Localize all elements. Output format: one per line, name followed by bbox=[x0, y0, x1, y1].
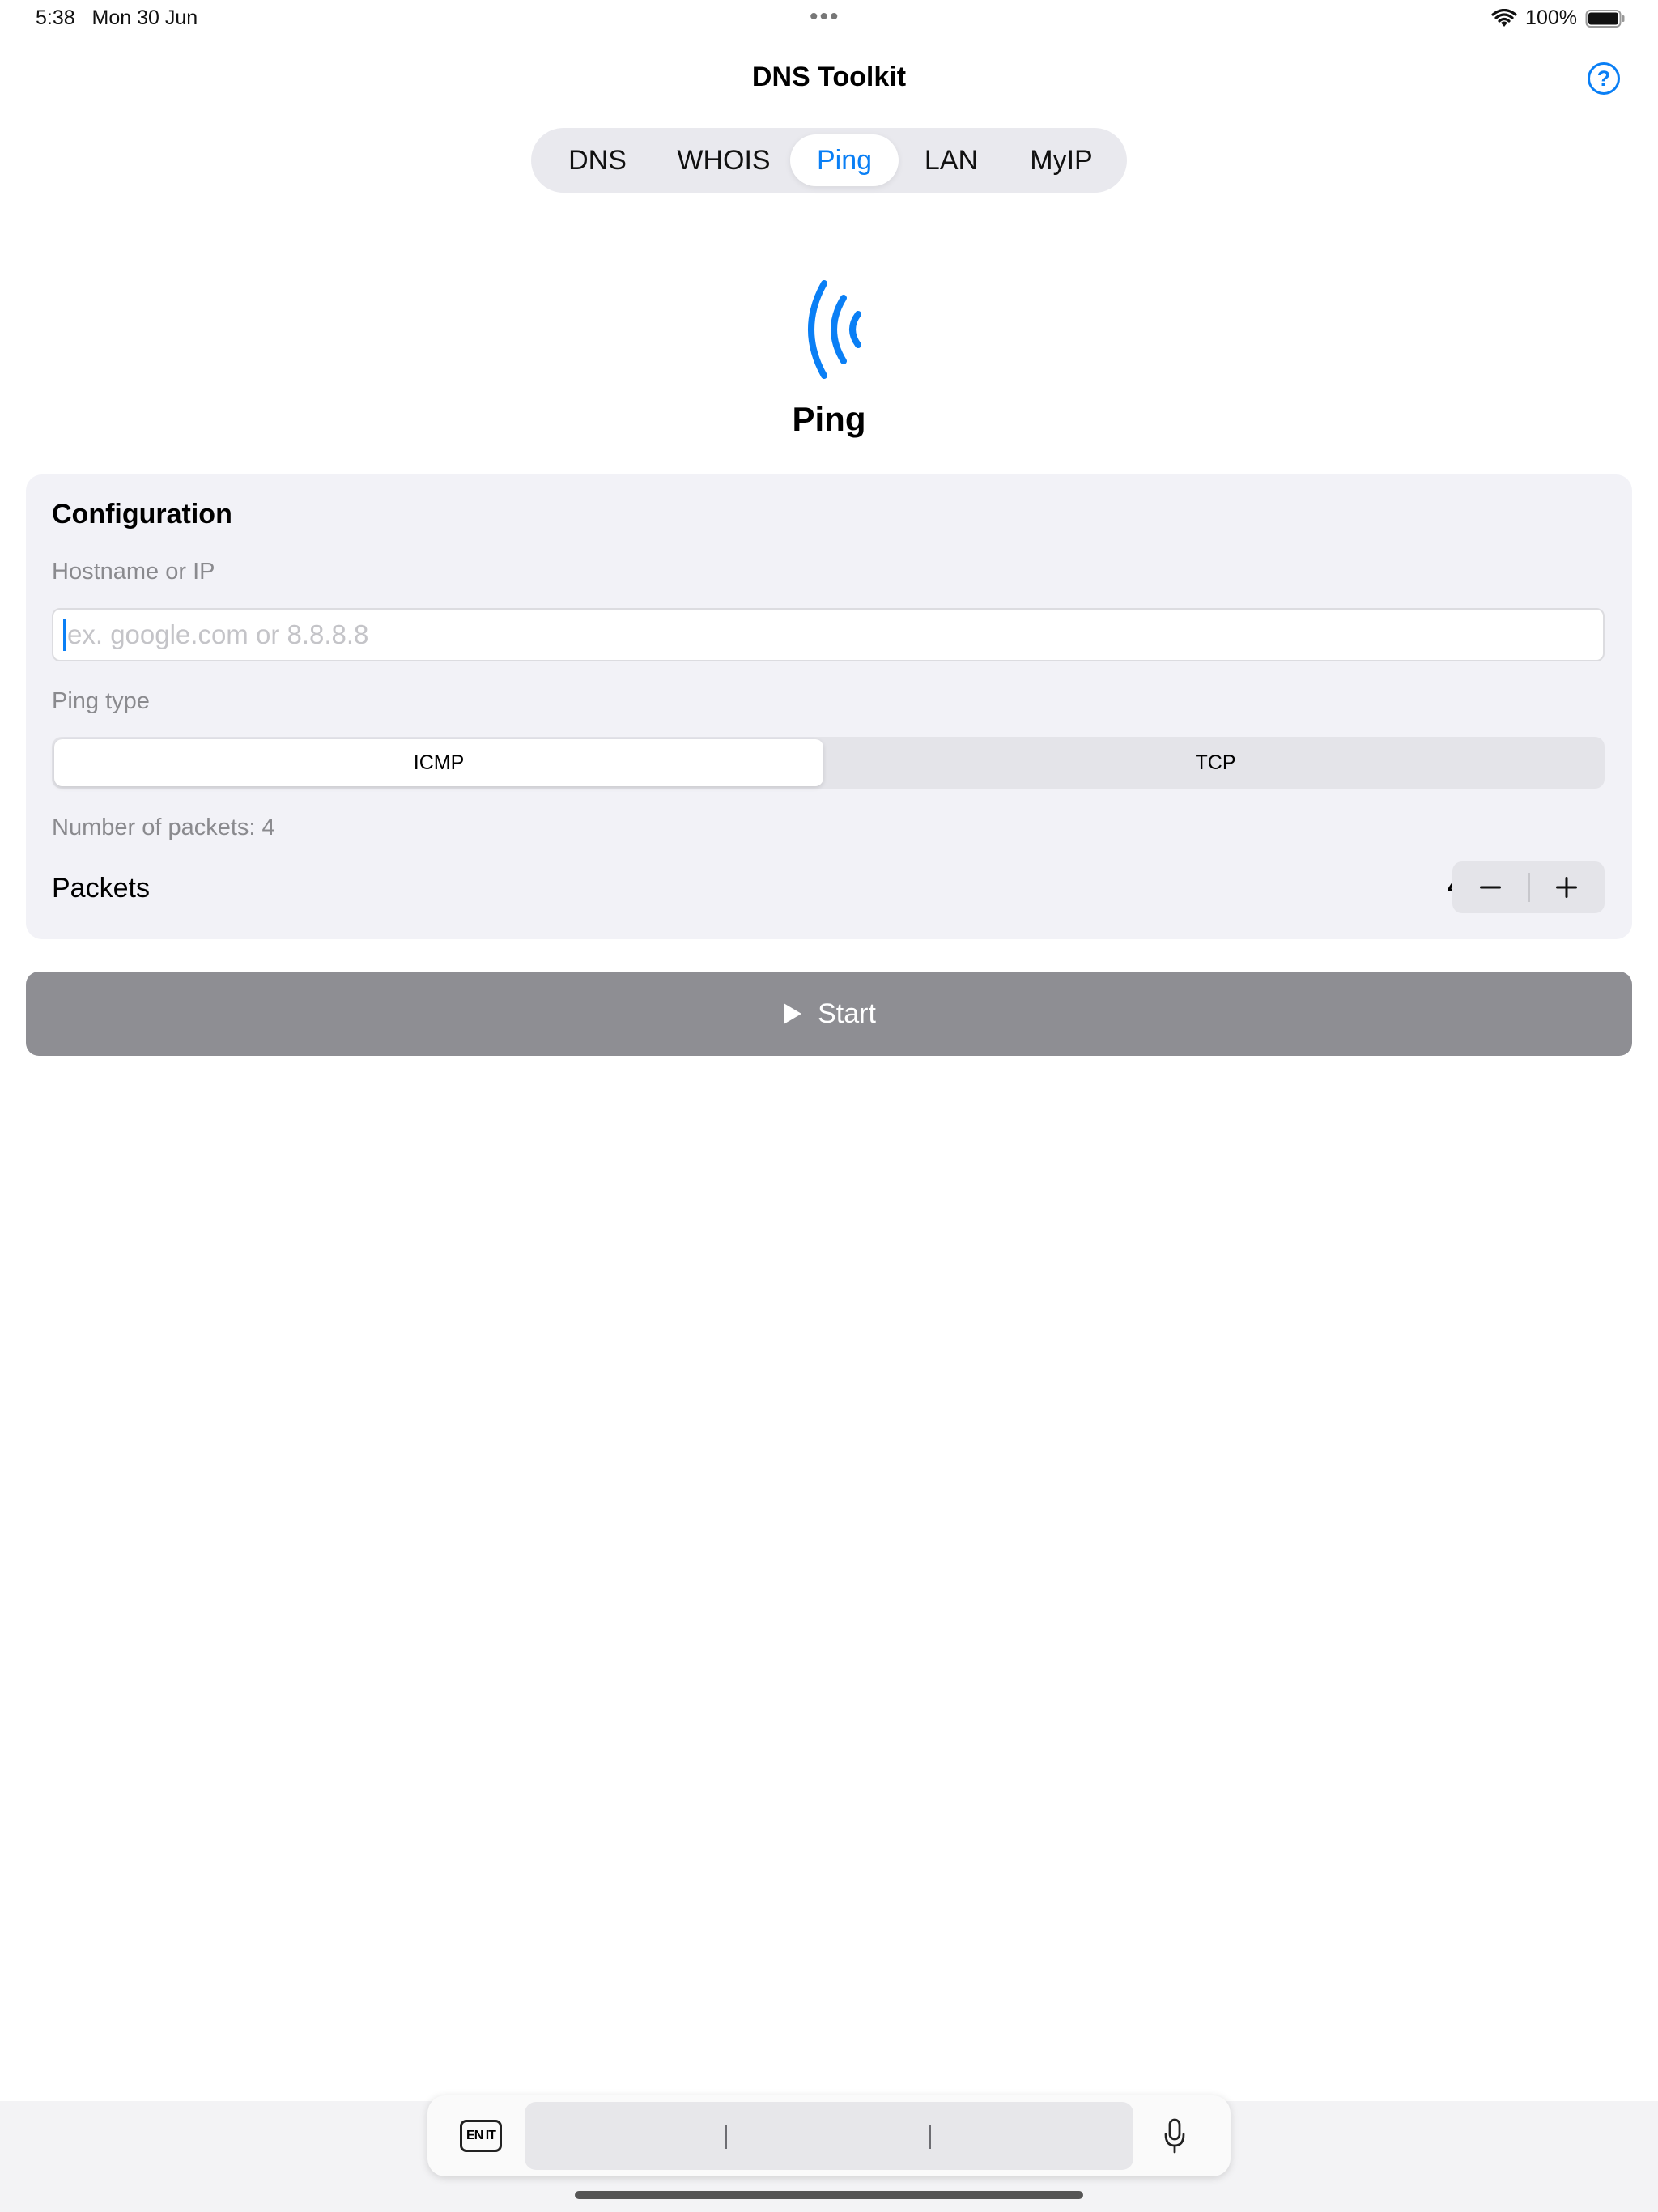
tab-dns[interactable]: DNS bbox=[538, 134, 657, 186]
ping-type-label: Ping type bbox=[52, 688, 150, 714]
language-switch-label: EN IT bbox=[466, 2129, 496, 2142]
nav-title: DNS Toolkit bbox=[751, 62, 907, 92]
ping-type-tcp[interactable]: TCP bbox=[829, 739, 1602, 786]
minus-icon bbox=[1480, 886, 1501, 889]
status-time: 5:38 bbox=[36, 6, 75, 29]
page-title: Ping bbox=[792, 400, 866, 438]
start-button[interactable]: Start bbox=[26, 972, 1632, 1056]
microphone-icon[interactable] bbox=[1163, 2118, 1187, 2154]
status-bar-indicators: 100% bbox=[1491, 6, 1626, 30]
tab-ping[interactable]: Ping bbox=[790, 134, 899, 186]
ping-waves-icon bbox=[808, 280, 861, 379]
start-button-label: Start bbox=[818, 998, 876, 1029]
predictive-text-bar[interactable] bbox=[525, 2102, 1133, 2170]
hostname-placeholder: ex. google.com or 8.8.8.8 bbox=[67, 619, 369, 649]
decrement-button[interactable] bbox=[1452, 861, 1528, 913]
ping-type-icmp[interactable]: ICMP bbox=[54, 739, 823, 786]
packet-count-summary: Number of packets: 4 bbox=[52, 815, 275, 840]
home-indicator[interactable] bbox=[575, 2191, 1083, 2199]
play-icon bbox=[784, 1003, 802, 1024]
suggestion-divider bbox=[929, 2125, 931, 2149]
tool-tabs: DNS WHOIS Ping LAN MyIP bbox=[531, 128, 1127, 193]
wifi-icon bbox=[1491, 8, 1517, 27]
status-date: Mon 30 Jun bbox=[91, 6, 198, 29]
hostname-label: Hostname or IP bbox=[52, 559, 215, 585]
keyboard-shortcut-bar: EN IT bbox=[427, 2095, 1231, 2176]
language-switch-key[interactable]: EN IT bbox=[460, 2120, 502, 2152]
plus-icon bbox=[1556, 877, 1577, 898]
battery-icon bbox=[1585, 9, 1625, 28]
hostname-input[interactable]: ex. google.com or 8.8.8.8 bbox=[52, 608, 1605, 661]
text-caret bbox=[63, 619, 66, 651]
configuration-card: Configuration Hostname or IP ex. google.… bbox=[26, 474, 1632, 939]
help-symbol: ? bbox=[1596, 66, 1611, 91]
tab-whois[interactable]: WHOIS bbox=[657, 134, 790, 186]
tab-lan[interactable]: LAN bbox=[899, 134, 1004, 186]
battery-percent: 100% bbox=[1525, 6, 1577, 29]
status-bar-time: 5:38 Mon 30 Jun bbox=[36, 6, 198, 30]
increment-button[interactable] bbox=[1528, 861, 1605, 913]
ping-screen: 5:38 Mon 30 Jun ••• 100% DNS Toolkit ? D… bbox=[0, 0, 1658, 2212]
packets-label: Packets bbox=[52, 873, 150, 904]
configuration-title: Configuration bbox=[52, 499, 232, 530]
help-icon[interactable]: ? bbox=[1588, 62, 1620, 95]
packets-stepper bbox=[1452, 861, 1605, 913]
suggestion-divider bbox=[725, 2125, 727, 2149]
tab-myip[interactable]: MyIP bbox=[1004, 134, 1119, 186]
ping-type-segmented-control: ICMP TCP bbox=[52, 737, 1605, 789]
multitasking-dots-icon[interactable]: ••• bbox=[810, 5, 840, 29]
